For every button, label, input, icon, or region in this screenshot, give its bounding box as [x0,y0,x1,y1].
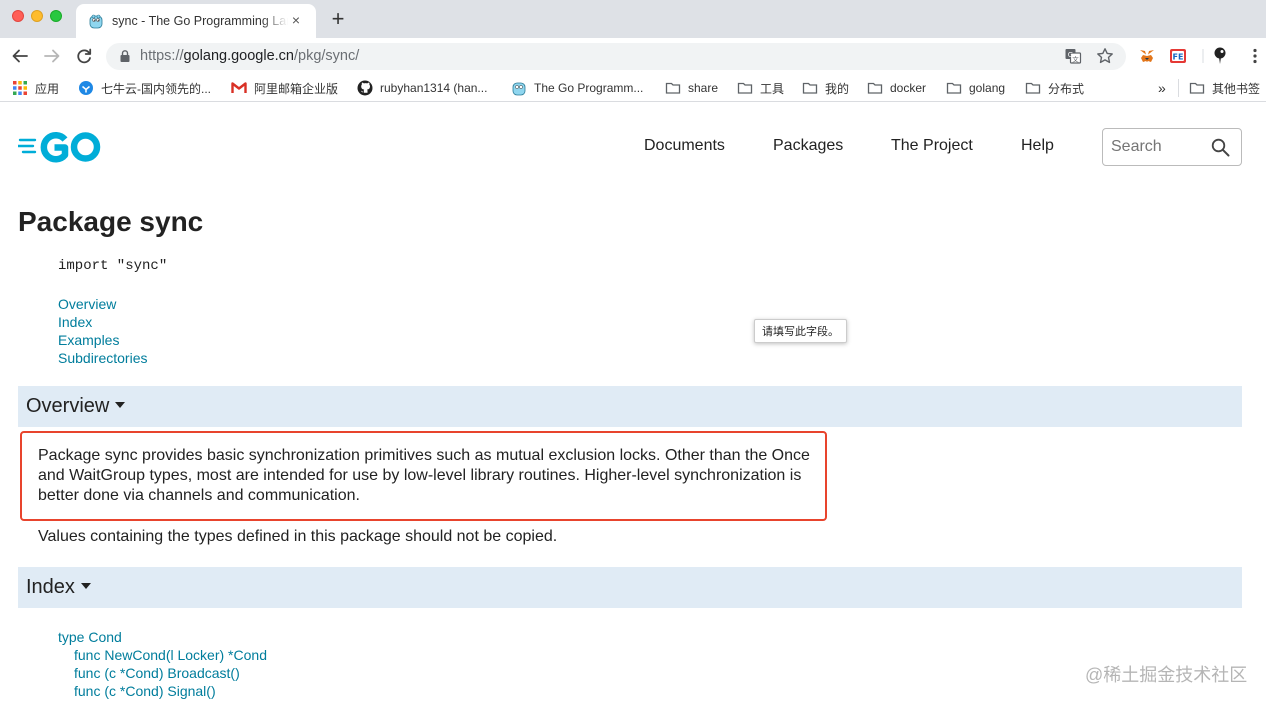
folder-icon [946,82,962,94]
bookmark-label: 工具 [760,81,785,96]
github-icon [357,80,373,96]
bookmark-label: golang [969,81,1006,95]
url-text: https://golang.google.cn/pkg/sync/ [140,48,360,64]
overview-section-header[interactable]: Overview [18,386,1242,427]
page-content: Documents Packages The Project Help Pack… [0,103,1266,703]
window-maximize-button[interactable] [50,10,62,22]
bookmarks-bar: 应用 七牛云-国内领先的... 阿里邮箱企业版 rubyhan1314 (han… [0,74,1266,102]
gmail-m-icon [231,82,247,93]
index-item-type-cond[interactable]: type Cond [58,628,267,646]
folder-icon [1025,82,1041,94]
bookmark-aliyun-mail[interactable]: 阿里邮箱企业版 [231,78,338,98]
folder-icon [665,82,681,94]
nav-packages[interactable]: Packages [773,137,843,155]
nav-documents[interactable]: Documents [644,137,725,155]
bookmark-label: 阿里邮箱企业版 [254,81,339,96]
lock-icon[interactable] [118,49,132,63]
bookmark-folder-distributed[interactable]: 分布式 [1025,78,1084,98]
caret-down-icon [80,582,91,589]
bookmark-star-icon[interactable] [1096,47,1114,65]
search-icon[interactable] [1211,138,1230,157]
back-icon[interactable] [9,45,31,67]
watermark: @稀土掘金技术社区 [1085,665,1248,685]
index-item-signal[interactable]: func (c *Cond) Signal() [58,682,267,700]
bookmark-label: share [688,81,719,95]
address-bar[interactable]: https://golang.google.cn/pkg/sync/ G 文 [106,43,1126,70]
go-logo[interactable] [18,129,102,163]
toc-link-overview[interactable]: Overview [58,295,148,313]
nav-help[interactable]: Help [1021,137,1054,155]
bookmark-folder-mine[interactable]: 我的 [802,78,849,98]
index-heading: Index [26,576,91,599]
reload-icon[interactable] [73,45,95,67]
folder-icon [802,82,818,94]
fehelper-extension-icon[interactable]: FE [1168,46,1188,66]
import-statement: import "sync" [58,258,168,274]
bookmark-go-programming[interactable]: The Go Programm... [511,78,643,98]
bookmark-label: 分布式 [1048,81,1085,96]
bookmark-label: 其他书签 [1212,81,1261,96]
toc-link-examples[interactable]: Examples [58,331,148,349]
page-title: Package sync [18,206,204,237]
window-close-button[interactable] [12,10,24,22]
bookmark-label: 应用 [35,81,60,96]
search-input[interactable] [1111,138,1211,156]
window-minimize-button[interactable] [31,10,43,22]
apps-grid-icon [13,81,27,95]
gopher-icon [512,82,526,96]
toc-link-index[interactable]: Index [58,313,148,331]
index-section-header[interactable]: Index [18,567,1242,608]
bookmark-folder-docker[interactable]: docker [867,78,926,98]
toolbar-divider [1202,49,1204,63]
bookmarks-divider [1178,79,1179,97]
tab-strip: sync - The Go Programming Language × + [0,0,1266,38]
new-tab-button[interactable]: + [328,8,348,30]
overview-heading: Overview [26,395,126,418]
overview-note: Values containing the types defined in t… [38,528,558,545]
metamask-fox-icon[interactable] [1137,46,1157,66]
bookmark-folder-share[interactable]: share [665,78,718,98]
index-item-newcond[interactable]: func NewCond(l Locker) *Cond [58,646,267,664]
validation-tooltip: 请填写此字段。 [754,319,847,343]
svg-text:文: 文 [1072,54,1079,63]
overview-paragraph: Package sync provides basic synchronizat… [38,447,810,504]
folder-icon [737,82,753,94]
qiniu-icon [79,81,93,95]
bookmark-label: The Go Programm... [534,81,644,95]
bookmark-github[interactable]: rubyhan1314 (han... [357,78,487,98]
bookmark-label: docker [890,81,927,95]
bookmark-folder-golang[interactable]: golang [946,78,1005,98]
index-item-broadcast[interactable]: func (c *Cond) Broadcast() [58,664,267,682]
browser-tab[interactable]: sync - The Go Programming Language × [76,4,316,38]
bookmark-label: 我的 [825,81,850,96]
chevron-double-right-icon: » [1158,80,1166,96]
folder-icon [1189,82,1205,94]
table-of-contents: Overview Index Examples Subdirectories [58,295,148,367]
toc-link-subdirectories[interactable]: Subdirectories [58,349,148,367]
browser-toolbar: https://golang.google.cn/pkg/sync/ G 文 F… [0,38,1266,74]
bookmark-qiniu[interactable]: 七牛云-国内领先的... [78,78,211,98]
tab-close-icon[interactable]: × [288,12,304,28]
profile-avatar-icon[interactable] [1210,46,1230,66]
folder-icon [867,82,883,94]
bookmark-other[interactable]: 其他书签 [1189,78,1260,98]
translate-icon[interactable]: G 文 [1064,47,1082,65]
bookmarks-overflow-button[interactable]: » [1158,78,1166,98]
index-list: type Cond func NewCond(l Locker) *Cond f… [58,628,267,700]
tab-title: sync - The Go Programming Language [112,14,288,28]
bookmark-label: rubyhan1314 (han... [380,81,488,95]
bookmark-folder-tools[interactable]: 工具 [737,78,784,98]
forward-icon[interactable] [41,45,63,67]
search-box [1102,128,1242,166]
bookmark-apps[interactable]: 应用 [12,78,59,98]
caret-down-icon [115,401,126,408]
nav-the-project[interactable]: The Project [891,137,973,155]
gopher-favicon-icon [89,14,103,29]
more-menu-icon[interactable] [1245,46,1265,66]
svg-text:FE: FE [1173,53,1184,62]
bookmark-label: 七牛云-国内领先的... [101,81,211,96]
